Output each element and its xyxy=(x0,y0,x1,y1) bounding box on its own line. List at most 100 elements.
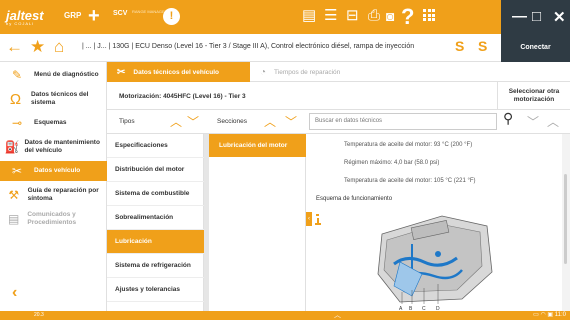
jaltest-logo: jaltest by COJALI xyxy=(6,8,44,26)
sidebar-item-diagnosis-menu[interactable]: ✎ Menú de diagnóstico xyxy=(0,66,107,84)
sidebar-item-schematics[interactable]: ⊸ Esquemas xyxy=(0,114,107,132)
alert-icon[interactable]: ! xyxy=(163,8,180,25)
engine-illustration xyxy=(377,215,493,304)
oil-can-icon: ⛽ xyxy=(4,140,20,154)
content-scrollbar[interactable] xyxy=(562,134,570,311)
sidebar-item-maintenance[interactable]: ⛽ Datos de mantenimiento del vehículo xyxy=(0,134,107,160)
list-item[interactable]: Especificaciones xyxy=(107,134,204,158)
home-icon[interactable]: ⌂ xyxy=(54,38,64,56)
tipos-down-chevron-icon[interactable]: ﹀ xyxy=(187,113,199,130)
sidebar-item-bulletins[interactable]: ▤ Comunicados y Procedimientos xyxy=(0,208,107,230)
lubrication-diagram: A B C D xyxy=(315,214,493,311)
tab-technical-data[interactable]: ✂ Datos técnicos del vehículo xyxy=(107,62,250,82)
collapse-sidebar-chevron-icon[interactable]: ‹ xyxy=(12,284,17,302)
sidebar-item-system-data[interactable]: Ω Datos técnicos del sistema xyxy=(0,88,107,110)
list-item[interactable]: Sobrealimentación xyxy=(107,206,204,230)
secciones-up-chevron-icon[interactable]: ︿ xyxy=(264,113,276,130)
tab-bar: ✂ Datos técnicos del vehículo ◔ Tiempos … xyxy=(107,62,570,82)
tools-icon: ✂ xyxy=(11,164,23,178)
help-icon[interactable]: ? xyxy=(401,4,414,30)
list-item[interactable]: Sistema de combustible xyxy=(107,182,204,206)
camera-icon[interactable]: ◙ xyxy=(386,7,394,25)
list-item[interactable]: Distribución del motor xyxy=(107,158,204,182)
scv-button[interactable]: SCV xyxy=(113,10,127,17)
motorization-info: Motorización: 4045HFC (Level 16) - Tier … xyxy=(119,93,246,100)
search-icon[interactable]: ⚲ xyxy=(503,110,513,127)
omega-icon: Ω xyxy=(9,90,22,108)
breadcrumb-system: ECU Denso (Level 16 - Tier 3 / Stage III… xyxy=(135,43,415,50)
schematic-icon: ⊸ xyxy=(11,116,23,130)
filter-row: Tipos ︿ ﹀ Secciones ︿ ﹀ Buscar en datos … xyxy=(107,110,570,134)
print-icon[interactable]: ⎙ xyxy=(368,7,380,25)
add-icon[interactable]: + xyxy=(88,6,100,26)
sidebar-item-label: Guía de reparación por síntoma xyxy=(27,187,99,202)
wifi-icon: ◠ xyxy=(540,312,546,318)
sidebar-item-label: Datos vehículo xyxy=(34,167,81,174)
motorization-label: Motorización: xyxy=(119,93,162,100)
window-controls: — □ ✕ xyxy=(501,0,570,34)
version-label: 20.3 xyxy=(34,312,44,318)
search-input[interactable]: Buscar en datos técnicos xyxy=(309,113,497,130)
tools-icon: ✂ xyxy=(117,66,126,78)
secciones-down-chevron-icon[interactable]: ﹀ xyxy=(285,113,297,130)
grp-button[interactable]: GRP xyxy=(64,11,81,20)
result-up-chevron-icon[interactable]: ︿ xyxy=(547,113,559,130)
sidebar-item-label: Datos de mantenimiento del vehículo xyxy=(24,139,100,154)
top-bar: jaltest by COJALI GRP + SCV RANGE MANAGE… xyxy=(0,0,570,34)
motorization-value: 4045HFC (Level 16) - Tier 3 xyxy=(163,93,246,100)
tipos-up-chevron-icon[interactable]: ︿ xyxy=(170,113,182,130)
screen-icon: ▣ xyxy=(547,312,554,318)
clock-time: 11:0 xyxy=(554,312,566,318)
list-item[interactable]: Lubricación del motor xyxy=(209,134,306,157)
wrench-icon: ✎ xyxy=(11,68,23,82)
secciones-header: Secciones xyxy=(217,118,247,125)
navigation-bar: ← ★ ⌂ | ... | J... | 130G | ECU Denso (L… xyxy=(0,34,570,62)
favorite-star-icon[interactable]: ★ xyxy=(30,38,45,56)
info-marker-icon xyxy=(315,214,321,225)
content-line: Temperatura de aceite del motor: 105 °C … xyxy=(344,178,476,184)
battery-icon: ▭ xyxy=(533,312,539,318)
tipos-header: Tipos xyxy=(119,118,135,125)
expand-up-chevron-icon[interactable]: ︿ xyxy=(334,310,341,320)
breadcrumb-prefix: | ... | J... | xyxy=(82,43,111,50)
result-down-chevron-icon[interactable]: ﹀ xyxy=(527,113,539,130)
technical-content: Temperatura de aceite del motor: 93 °C (… xyxy=(312,134,562,311)
clock-icon: ◔ xyxy=(260,66,267,78)
breadcrumb[interactable]: | ... | J... | 130G | ECU Denso (Level 1… xyxy=(82,43,414,50)
connect-button[interactable]: Conectar xyxy=(501,34,570,62)
motorization-row: Motorización: 4045HFC (Level 16) - Tier … xyxy=(107,82,570,110)
scrollbar-thumb[interactable] xyxy=(564,174,567,264)
back-arrow-icon[interactable]: ← xyxy=(6,38,23,56)
document-icon[interactable]: ▤ xyxy=(302,7,316,25)
sidebar-item-label: Esquemas xyxy=(34,119,67,126)
breadcrumb-model: 130G xyxy=(112,43,130,50)
diagnosis-icon[interactable]: S xyxy=(478,38,487,54)
list-item[interactable]: Ajustes y tolerancias xyxy=(107,278,204,302)
sidebar: ✎ Menú de diagnóstico Ω Datos técnicos d… xyxy=(0,62,107,311)
document-icon: ▤ xyxy=(8,212,20,226)
repair-icon: ⚒ xyxy=(8,188,20,202)
secciones-list: Lubricación del motor xyxy=(209,134,306,311)
test-diagnosis-icon[interactable]: S xyxy=(455,38,464,54)
status-bar: 20.3 ︿ ▭ ◠ ▣ 11:0 xyxy=(0,311,570,320)
tab-repair-times[interactable]: ◔ Tiempos de reparación xyxy=(250,62,340,82)
maximize-button[interactable]: □ xyxy=(532,8,541,25)
sidebar-item-label: Menú de diagnóstico xyxy=(34,71,99,78)
system-tray: ▭ ◠ ▣ 11:0 xyxy=(533,311,566,318)
select-other-motorization-button[interactable]: Seleccionar otra motorización xyxy=(497,82,570,110)
list-item[interactable]: Sistema de refrigeración xyxy=(107,254,204,278)
tab-label: Tiempos de reparación xyxy=(274,68,341,76)
list-icon[interactable]: ☰ xyxy=(324,7,337,25)
close-button[interactable]: ✕ xyxy=(553,8,566,26)
cart-icon[interactable]: ⊟ xyxy=(346,7,359,25)
minimize-button[interactable]: — xyxy=(512,8,527,25)
content-line: Régimen máximo: 4,0 bar (58.0 psi) xyxy=(344,160,440,166)
sidebar-item-vehicle-data[interactable]: ✂ Datos vehículo xyxy=(0,161,107,181)
tab-label: Datos técnicos del vehículo xyxy=(133,68,219,76)
list-item[interactable]: Lubricación xyxy=(107,230,204,254)
sidebar-item-label: Datos técnicos del sistema xyxy=(30,91,89,106)
sidebar-item-repair-guide[interactable]: ⚒ Guía de reparación por síntoma xyxy=(0,184,107,206)
section-heading: Esquema de funcionamiento xyxy=(316,196,393,202)
apps-grid-icon[interactable] xyxy=(423,9,435,21)
tipos-list: Especificaciones Distribución del motor … xyxy=(107,134,204,311)
